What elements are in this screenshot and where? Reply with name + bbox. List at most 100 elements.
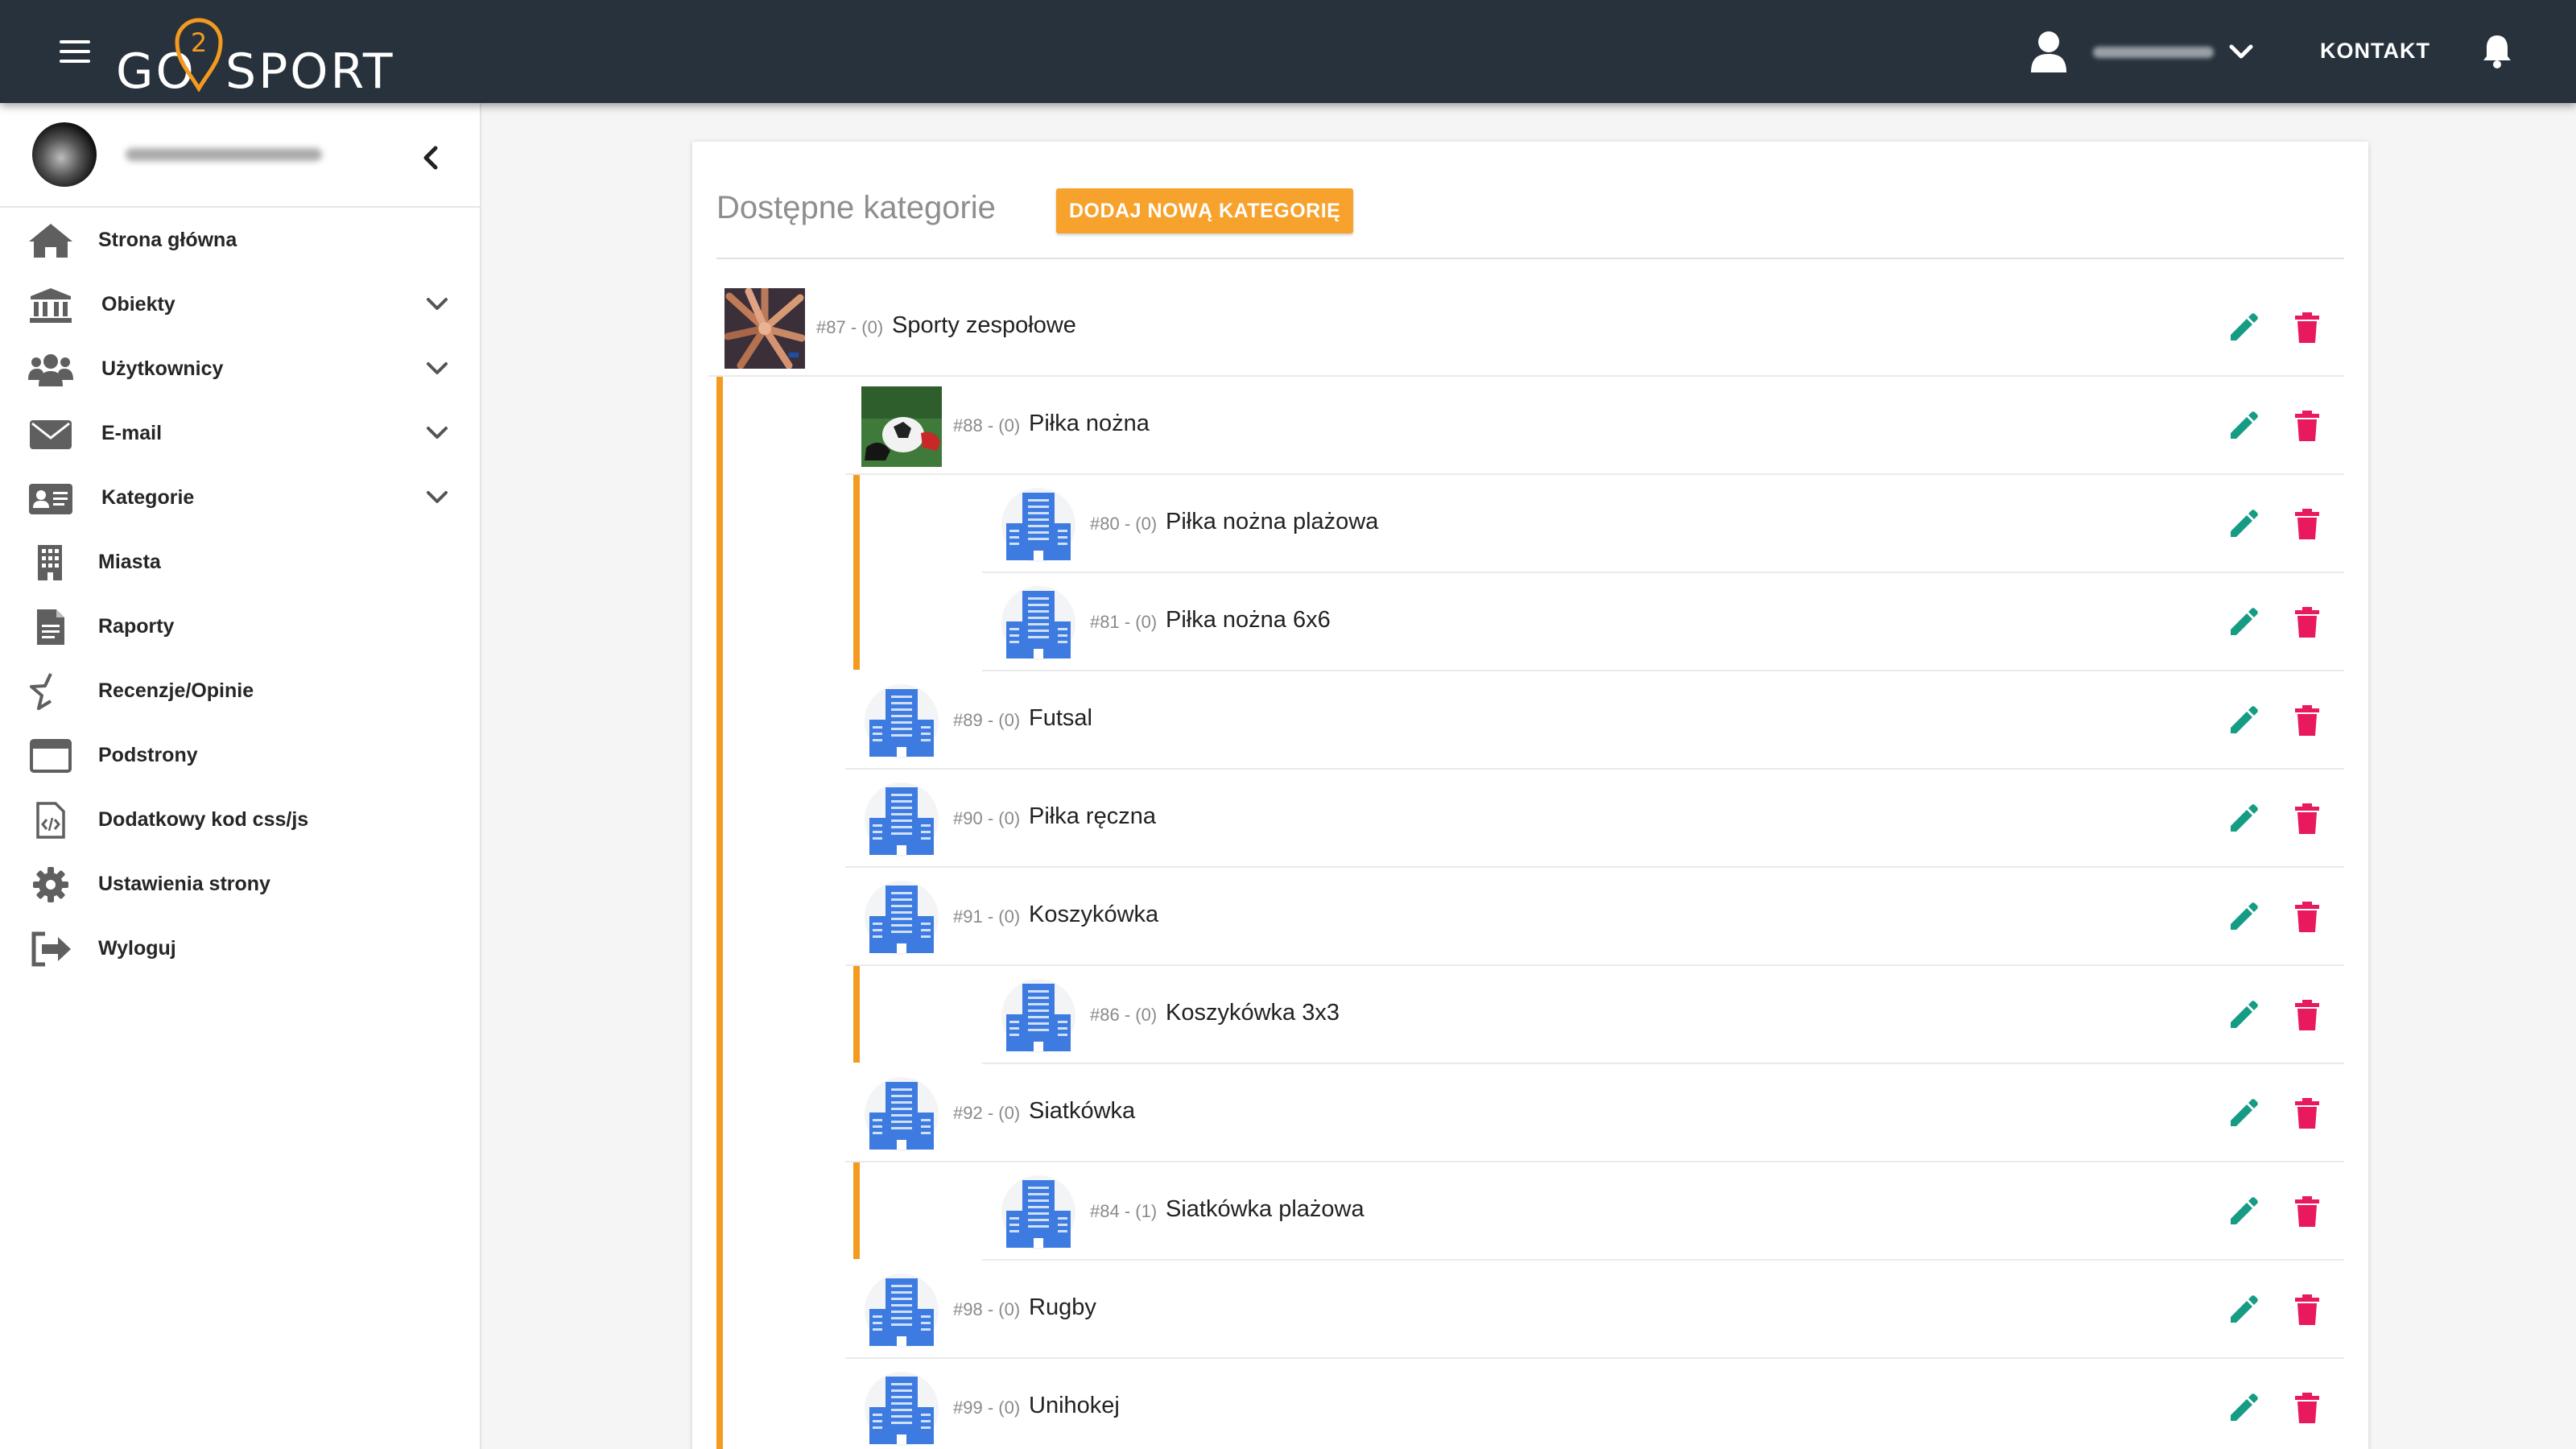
sidebar-item-obiekty[interactable]: Obiekty xyxy=(0,272,481,336)
building-icon xyxy=(38,545,62,580)
building-icon xyxy=(998,1172,1079,1253)
location-pin-icon: 2 xyxy=(175,18,223,92)
category-id: #98 - (0) xyxy=(953,1299,1021,1319)
category-id: #91 - (0) xyxy=(953,906,1021,927)
category-name: Piłka nożna 6x6 xyxy=(1166,607,1331,633)
code-file-icon xyxy=(36,802,65,839)
user-icon[interactable] xyxy=(2029,31,2069,72)
building-icon xyxy=(861,877,942,958)
edit-pencil-icon[interactable] xyxy=(2223,602,2264,642)
sidebar-item-label: Obiekty xyxy=(101,293,175,316)
hamburger-menu-icon[interactable] xyxy=(60,40,93,64)
sidebar-item-ustawienia[interactable]: Ustawienia strony xyxy=(0,852,481,916)
category-name: Piłka nożna xyxy=(1029,411,1150,436)
edit-pencil-icon[interactable] xyxy=(2223,308,2264,348)
users-icon xyxy=(28,354,73,386)
building-icon xyxy=(861,1074,942,1154)
logout-icon xyxy=(31,931,71,967)
sidebar-item-raporty[interactable]: Raporty xyxy=(0,594,481,658)
sidebar-item-uzytkownicy[interactable]: Użytkownicy xyxy=(0,336,481,401)
edit-pencil-icon[interactable] xyxy=(2223,995,2264,1035)
sidebar-item-wyloguj[interactable]: Wyloguj xyxy=(0,916,481,980)
building-icon xyxy=(861,1368,942,1449)
home-icon xyxy=(29,224,72,258)
chevron-down-icon[interactable] xyxy=(423,356,451,382)
envelope-icon xyxy=(30,420,72,449)
edit-pencil-icon[interactable] xyxy=(2223,700,2264,741)
category-row: #89 - (0) Futsal xyxy=(845,671,2344,770)
category-name: Rugby xyxy=(1029,1294,1096,1320)
category-id: #88 - (0) xyxy=(953,415,1021,436)
id-card-icon xyxy=(29,484,72,514)
sidebar-item-label: Dodatkowy kod css/js xyxy=(98,808,309,831)
edit-pencil-icon[interactable] xyxy=(2223,504,2264,544)
edit-pencil-icon[interactable] xyxy=(2223,1191,2264,1232)
chevron-down-icon[interactable] xyxy=(423,485,451,510)
delete-trash-icon[interactable] xyxy=(2287,602,2327,642)
sidebar-profile xyxy=(0,103,481,208)
bank-icon xyxy=(30,288,72,323)
logo-text-sport: SPORT xyxy=(225,43,395,100)
building-icon xyxy=(861,779,942,860)
delete-trash-icon[interactable] xyxy=(2287,1191,2327,1232)
delete-trash-icon[interactable] xyxy=(2287,308,2327,348)
delete-trash-icon[interactable] xyxy=(2287,799,2327,839)
bell-icon[interactable] xyxy=(2481,32,2513,69)
edit-pencil-icon[interactable] xyxy=(2223,1388,2264,1428)
category-id: #81 - (0) xyxy=(1090,612,1158,632)
sidebar-item-recenzje[interactable]: Recenzje/Opinie xyxy=(0,658,481,723)
delete-trash-icon[interactable] xyxy=(2287,504,2327,544)
sidebar-item-strona-glowna[interactable]: Strona główna xyxy=(0,208,481,272)
building-icon xyxy=(861,1270,942,1351)
building-icon xyxy=(998,976,1079,1056)
delete-trash-icon[interactable] xyxy=(2287,1388,2327,1428)
category-name: Koszykówka xyxy=(1029,902,1159,927)
sidebar-item-dodatkowy-kod[interactable]: Dodatkowy kod css/js xyxy=(0,787,481,852)
category-id: #90 - (0) xyxy=(953,808,1021,828)
edit-pencil-icon[interactable] xyxy=(2223,406,2264,446)
category-id: #87 - (0) xyxy=(816,317,884,337)
star-half-icon xyxy=(30,673,52,710)
avatar[interactable] xyxy=(32,122,97,187)
sidebar-item-email[interactable]: E-mail xyxy=(0,401,481,465)
sidebar-item-label: Strona główna xyxy=(98,229,237,251)
category-row: #99 - (0) Unihokej xyxy=(845,1359,2344,1449)
category-name: Koszykówka 3x3 xyxy=(1166,1000,1340,1026)
kontakt-link[interactable]: KONTAKT xyxy=(2320,39,2430,64)
sidebar-menu: Strona główna Obiekty Użytkownicy E-mail… xyxy=(0,208,481,980)
delete-trash-icon[interactable] xyxy=(2287,995,2327,1035)
category-row: #87 - (0) Sporty zespołowe xyxy=(708,279,2344,377)
edit-pencil-icon[interactable] xyxy=(2223,1093,2264,1133)
category-name: Siatkówka plażowa xyxy=(1166,1196,1364,1222)
delete-trash-icon[interactable] xyxy=(2287,1290,2327,1330)
category-row: #91 - (0) Koszykówka xyxy=(845,868,2344,966)
sidebar-item-miasta[interactable]: Miasta xyxy=(0,530,481,594)
sidebar-item-label: Wyloguj xyxy=(98,937,176,960)
category-id: #89 - (0) xyxy=(953,710,1021,730)
category-row: #90 - (0) Piłka ręczna xyxy=(845,770,2344,868)
edit-pencil-icon[interactable] xyxy=(2223,799,2264,839)
user-name-redacted[interactable] xyxy=(2093,47,2214,58)
building-icon xyxy=(998,583,1079,663)
delete-trash-icon[interactable] xyxy=(2287,406,2327,446)
category-name: Piłka nożna plażowa xyxy=(1166,509,1379,535)
delete-trash-icon[interactable] xyxy=(2287,700,2327,741)
sidebar-item-kategorie[interactable]: Kategorie xyxy=(0,465,481,530)
sidebar-item-label: Recenzje/Opinie xyxy=(98,679,254,702)
chevron-left-icon[interactable] xyxy=(415,142,448,174)
logo[interactable]: GO 2 SPORT xyxy=(116,14,392,100)
delete-trash-icon[interactable] xyxy=(2287,897,2327,937)
category-id: #92 - (0) xyxy=(953,1103,1021,1123)
sidebar-item-podstrony[interactable]: Podstrony xyxy=(0,723,481,787)
edit-pencil-icon[interactable] xyxy=(2223,1290,2264,1330)
chevron-down-icon[interactable] xyxy=(423,291,451,317)
chevron-down-icon[interactable] xyxy=(423,420,451,446)
building-icon xyxy=(998,485,1079,565)
category-row: #81 - (0) Piłka nożna 6x6 xyxy=(982,573,2344,671)
category-list: #87 - (0) Sporty zespołowe #88 - (0) Piłka … xyxy=(692,142,2368,1449)
chevron-down-icon[interactable] xyxy=(2227,39,2256,64)
category-row: #86 - (0) Koszykówka 3x3 xyxy=(982,966,2344,1064)
category-name: Unihokej xyxy=(1029,1393,1120,1418)
edit-pencil-icon[interactable] xyxy=(2223,897,2264,937)
delete-trash-icon[interactable] xyxy=(2287,1093,2327,1133)
